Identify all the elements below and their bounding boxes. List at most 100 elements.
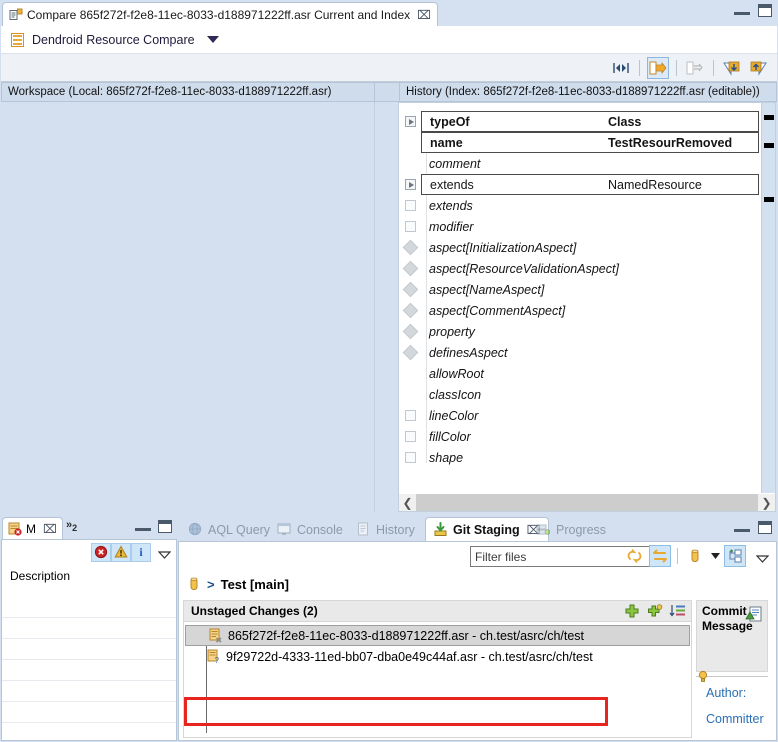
tree-row[interactable]: typeOfClass: [399, 111, 761, 132]
expand-twisty-icon[interactable]: [405, 116, 416, 127]
overview-ruler-marker[interactable]: [764, 197, 774, 202]
checkbox-icon[interactable]: [405, 431, 416, 442]
table-row[interactable]: [2, 723, 176, 742]
tree-row[interactable]: definesAspect: [399, 342, 761, 363]
markers-row-list[interactable]: [2, 597, 176, 740]
tree-row-label: extends: [422, 178, 608, 192]
close-icon[interactable]: ⌧: [417, 9, 431, 21]
markers-tab-label: M: [26, 522, 36, 536]
tree-row[interactable]: extends: [399, 195, 761, 216]
history-pane[interactable]: typeOfClassnameTestResourRemovedcommente…: [398, 102, 776, 512]
tree-row[interactable]: property: [399, 321, 761, 342]
pane-header-gap: [375, 82, 399, 102]
stage-all-icon[interactable]: [646, 602, 664, 620]
tree-row[interactable]: comment: [399, 153, 761, 174]
tab-console[interactable]: Console: [270, 518, 350, 541]
errors-filter-button[interactable]: [91, 543, 111, 562]
list-item[interactable]: 865f272f-f2e8-11ec-8033-d188971222ff.asr…: [185, 625, 690, 646]
switch-compare-viewer-button[interactable]: [610, 57, 632, 79]
application-window: Compare 865f272f-f2e8-11ec-8033-d1889712…: [0, 0, 778, 742]
table-row[interactable]: [2, 597, 176, 618]
table-row[interactable]: [2, 702, 176, 723]
workspace-pane[interactable]: [1, 102, 375, 512]
checkbox-icon[interactable]: [405, 410, 416, 421]
next-difference-button[interactable]: [721, 57, 743, 79]
copy-right-to-left-button[interactable]: [647, 57, 669, 79]
history-tree[interactable]: typeOfClassnameTestResourRemovedcommente…: [399, 103, 761, 493]
checkbox-icon[interactable]: [405, 221, 416, 232]
maximize-icon[interactable]: [758, 521, 772, 534]
list-item[interactable]: ?9f29722d-4333-11ed-bb07-dba0e49c44af.as…: [184, 646, 691, 667]
scroll-right-icon[interactable]: ❯: [758, 494, 775, 511]
close-icon[interactable]: ⌧: [43, 523, 57, 535]
minimize-icon[interactable]: [136, 523, 149, 531]
markers-column-header[interactable]: Description: [2, 566, 176, 586]
view-menu-icon[interactable]: [756, 552, 769, 560]
tree-row[interactable]: nameTestResourRemoved: [399, 132, 761, 153]
tree-row-box: typeOfClass: [421, 111, 759, 132]
copy-left-to-right-button[interactable]: [684, 57, 706, 79]
link-selection-icon[interactable]: [649, 545, 671, 567]
tree-row[interactable]: modifier: [399, 216, 761, 237]
overview-ruler-marker[interactable]: [764, 115, 774, 120]
checkbox-icon[interactable]: [405, 200, 416, 211]
tab-markers[interactable]: M ⌧: [2, 517, 63, 539]
tree-row[interactable]: aspect[ResourceValidationAspect]: [399, 258, 761, 279]
toolbar-separator: [713, 60, 714, 76]
expand-twisty-icon[interactable]: [405, 179, 416, 190]
sort-icon[interactable]: [669, 602, 687, 620]
commit-message-icon[interactable]: [745, 605, 763, 623]
unstaged-files-list[interactable]: 865f272f-f2e8-11ec-8033-d188971222ff.asr…: [183, 622, 692, 738]
tab-aql-query[interactable]: AQL Query: [181, 518, 277, 541]
compare-center-strip: [375, 102, 398, 512]
svg-text:?: ?: [215, 656, 220, 664]
tab-history[interactable]: History: [349, 518, 422, 541]
repository-dropdown-icon[interactable]: [709, 545, 721, 567]
info-icon: i: [139, 545, 142, 560]
editor-tab-compare[interactable]: Compare 865f272f-f2e8-11ec-8033-d1889712…: [2, 2, 438, 26]
table-row[interactable]: [2, 681, 176, 702]
stage-selected-icon[interactable]: [623, 602, 641, 620]
tree-row[interactable]: fillColor: [399, 426, 761, 447]
tab-progress[interactable]: Progress: [529, 518, 613, 541]
bulb-icon[interactable]: [697, 670, 709, 684]
checkbox-icon[interactable]: [405, 452, 416, 463]
tree-row[interactable]: shape: [399, 447, 761, 468]
previous-difference-button[interactable]: [747, 57, 769, 79]
tree-row-box: extendsNamedResource: [421, 174, 759, 195]
overview-ruler[interactable]: [761, 103, 775, 493]
commit-author-label: Author:: [706, 686, 768, 700]
repository-breadcrumb: > Test [main]: [179, 570, 776, 598]
tree-row-label: typeOf: [422, 115, 608, 129]
presentation-icon[interactable]: [724, 545, 746, 567]
warnings-filter-button[interactable]: [111, 543, 131, 562]
view-menu-icon[interactable]: [158, 548, 171, 556]
table-row[interactable]: [2, 618, 176, 639]
tree-row[interactable]: extendsNamedResource: [399, 174, 761, 195]
minimize-icon[interactable]: [735, 7, 748, 15]
tree-row[interactable]: aspect[CommentAspect]: [399, 300, 761, 321]
tab-overflow-indicator[interactable]: »2: [66, 519, 77, 533]
chevron-down-icon[interactable]: [207, 36, 219, 43]
minimize-icon[interactable]: [735, 524, 748, 532]
horizontal-scrollbar[interactable]: ❮ ❯: [399, 494, 775, 511]
scroll-left-icon[interactable]: ❮: [399, 494, 416, 511]
scrollbar-thumb[interactable]: [416, 494, 758, 511]
history-icon: [356, 522, 371, 537]
maximize-icon[interactable]: [158, 520, 172, 533]
table-row[interactable]: [2, 660, 176, 681]
tree-row[interactable]: aspect[InitializationAspect]: [399, 237, 761, 258]
tree-row[interactable]: allowRoot: [399, 363, 761, 384]
tab-label: Console: [297, 523, 343, 537]
maximize-icon[interactable]: [758, 4, 772, 17]
overview-ruler-marker[interactable]: [764, 143, 774, 148]
tree-row[interactable]: aspect[NameAspect]: [399, 279, 761, 300]
markers-view: M ⌧ »2: [0, 515, 177, 742]
tree-row[interactable]: classIcon: [399, 384, 761, 405]
repository-icon[interactable]: [684, 545, 706, 567]
tab-label: Git Staging: [453, 523, 520, 537]
refresh-icon[interactable]: [624, 545, 646, 567]
info-filter-button[interactable]: i: [131, 543, 151, 562]
table-row[interactable]: [2, 639, 176, 660]
tree-row[interactable]: lineColor: [399, 405, 761, 426]
